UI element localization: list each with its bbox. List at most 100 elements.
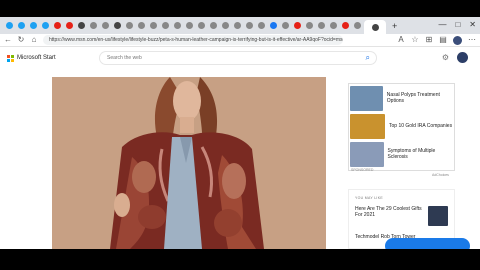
avatar[interactable] [457, 52, 468, 63]
browser-tab[interactable] [256, 21, 266, 31]
browser-tab[interactable] [28, 21, 38, 31]
browser-tab[interactable] [304, 21, 314, 31]
collections-icon[interactable]: ▤ [439, 36, 447, 44]
browser-tab[interactable] [52, 21, 62, 31]
sponsored-label: SPONSORED [351, 168, 374, 172]
page-icon [353, 22, 361, 29]
facebook-icon [269, 22, 277, 29]
page-icon [233, 22, 241, 29]
screen-bottom-bar [0, 249, 480, 270]
browser-tab[interactable] [40, 21, 50, 31]
page-icon [137, 22, 145, 29]
browser-tab[interactable] [124, 21, 134, 31]
browser-tab[interactable] [76, 21, 86, 31]
browser-tab[interactable] [316, 21, 326, 31]
browser-tab[interactable] [4, 21, 14, 31]
browser-tab[interactable] [184, 21, 194, 31]
ad-thumbnail [350, 113, 385, 139]
browser-tab[interactable] [160, 21, 170, 31]
page-icon [185, 22, 193, 29]
ad-thumbnail [350, 141, 384, 167]
page-icon [89, 22, 97, 29]
more-menu-icon[interactable]: ⋯ [468, 36, 476, 44]
page-icon [281, 22, 289, 29]
browser-tab[interactable] [172, 21, 182, 31]
search-input[interactable]: Search the web ⌕ [100, 52, 376, 64]
feedback-chat-button[interactable] [385, 238, 470, 249]
extensions-icon[interactable]: ⊞ [425, 36, 433, 44]
twitter-icon [41, 22, 49, 29]
tab-strip: + — □ ✕ [0, 17, 480, 34]
browser-tab[interactable] [16, 21, 26, 31]
ad-title[interactable]: Symptoms of Multiple Sclerosis [388, 148, 455, 160]
page-icon [125, 22, 133, 29]
browser-tab[interactable] [196, 21, 206, 31]
recommendation-item[interactable]: Here Are The 29 Coolest Gifts For 2021 [355, 206, 448, 226]
minimize-button[interactable]: — [438, 20, 446, 29]
browser-tab[interactable] [292, 21, 302, 31]
browser-tab[interactable] [112, 21, 122, 31]
page-icon [209, 22, 217, 29]
page-icon [149, 22, 157, 29]
browser-tab[interactable] [220, 21, 230, 31]
new-tab-button[interactable]: + [392, 21, 397, 31]
youtube-icon [65, 22, 73, 29]
ad-item[interactable]: Top 10 Gold IRA Companies [349, 112, 454, 140]
microsoft-logo-icon[interactable] [7, 54, 14, 62]
ad-item[interactable]: Nasal Polyps Treatment Options [349, 84, 454, 112]
browser-tab[interactable] [208, 21, 218, 31]
recommendation-thumbnail[interactable] [428, 206, 448, 226]
msn-page: Microsoft Start Search the web ⌕ ⚙ Nasal… [0, 47, 480, 249]
page-icon [317, 22, 325, 29]
recommendation-title[interactable]: Here Are The 29 Coolest Gifts For 2021 [355, 206, 423, 226]
ad-title[interactable]: Top 10 Gold IRA Companies [389, 123, 452, 129]
toolbar-icons: A ☆ ⊞ ▤ ⋯ [397, 35, 476, 45]
favorite-icon[interactable]: ☆ [411, 36, 419, 44]
browser-tab[interactable] [100, 21, 110, 31]
browser-tab[interactable] [64, 21, 74, 31]
page-icon [173, 22, 181, 29]
twitter-icon [17, 22, 25, 29]
ad-title[interactable]: Nasal Polyps Treatment Options [387, 92, 454, 104]
article-hero-image [52, 77, 326, 249]
search-placeholder: Search the web [107, 55, 142, 61]
twitter-icon [29, 22, 37, 29]
profile-avatar[interactable] [453, 35, 462, 45]
browser-tab[interactable] [88, 21, 98, 31]
page-icon [329, 22, 337, 29]
brand-name[interactable]: Microsoft Start [17, 55, 56, 61]
browser-tab[interactable] [148, 21, 158, 31]
ad-item[interactable]: Symptoms of Multiple Sclerosis [349, 140, 454, 168]
read-aloud-icon[interactable]: A [397, 36, 405, 44]
gear-icon[interactable]: ⚙ [442, 53, 449, 62]
browser-tab[interactable] [352, 21, 362, 31]
youtube-icon [53, 22, 61, 29]
maximize-button[interactable]: □ [455, 20, 460, 29]
page-icon [221, 22, 229, 29]
browser-tab[interactable] [232, 21, 242, 31]
you-may-like-heading: YOU MAY LIKE [355, 196, 383, 200]
browser-tab[interactable] [340, 21, 350, 31]
msn-header: Microsoft Start Search the web ⌕ ⚙ [0, 47, 480, 69]
browser-tab[interactable] [244, 21, 254, 31]
back-icon[interactable]: ← [4, 36, 12, 44]
msn-icon [113, 22, 121, 29]
page-icon [161, 22, 169, 29]
page-icon [197, 22, 205, 29]
home-icon[interactable]: ⌂ [30, 36, 38, 44]
search-icon[interactable]: ⌕ [366, 53, 370, 63]
browser-tab[interactable] [364, 20, 386, 34]
browser-tab[interactable] [280, 21, 290, 31]
url-field[interactable]: https://www.msn.com/en-us/lifestyle/life… [43, 35, 343, 45]
browser-tab[interactable] [136, 21, 146, 31]
page-icon [101, 22, 109, 29]
close-window-button[interactable]: ✕ [469, 20, 476, 29]
refresh-icon[interactable]: ↻ [17, 36, 25, 44]
page-icon [245, 22, 253, 29]
adchoices-link[interactable]: AdChoices [432, 173, 449, 177]
page-icon [305, 22, 313, 29]
page-icon [257, 22, 265, 29]
browser-tab[interactable] [328, 21, 338, 31]
browser-tab[interactable] [268, 21, 278, 31]
twitter-icon [5, 22, 13, 29]
